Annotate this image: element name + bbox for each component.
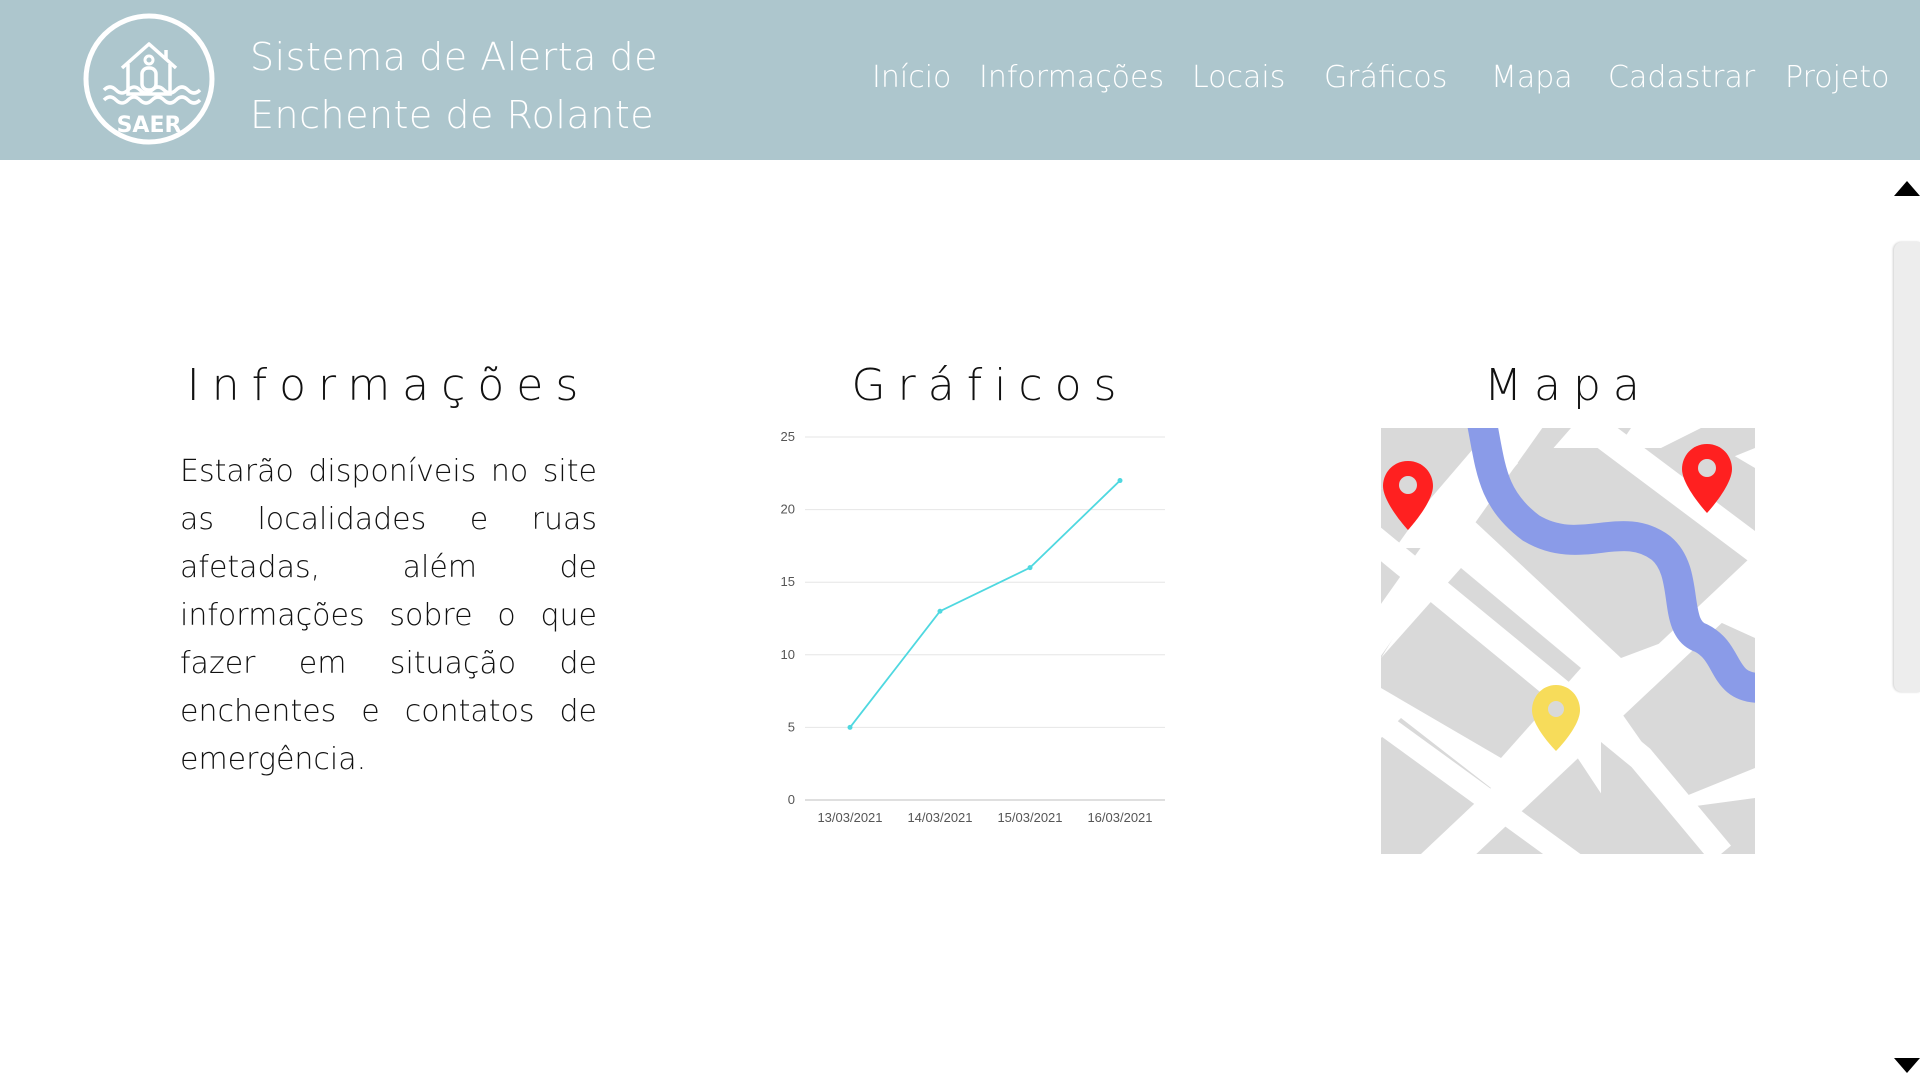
nav-projeto[interactable]: Projeto <box>1785 60 1890 95</box>
site-title: Sistema de Alerta de Enchente de Rolante <box>250 28 670 144</box>
nav-mapa[interactable]: Mapa <box>1491 60 1573 95</box>
house-flood-icon: SAER <box>83 13 215 145</box>
nav-informacoes[interactable]: Informações <box>979 60 1164 95</box>
x-tick-label: 14/03/2021 <box>907 810 972 825</box>
data-point <box>937 608 943 614</box>
nav-locais[interactable]: Locais <box>1192 60 1285 95</box>
line-chart[interactable]: 0 5 10 15 20 25 13/03/2021 14/03/2021 15/03/2021… <box>760 425 1180 830</box>
graficos-title: Gráficos <box>851 360 1129 411</box>
map-icon <box>1381 428 1755 854</box>
data-point <box>847 724 853 730</box>
site-title-line1: Sistema de Alerta de <box>250 35 659 79</box>
chart-svg: 0 5 10 15 20 25 13/03/2021 14/03/2021 15/03/2021… <box>781 429 1165 825</box>
data-point <box>1117 478 1123 484</box>
y-tick-label: 20 <box>781 502 795 517</box>
y-tick-label: 10 <box>781 647 795 662</box>
nav-inicio[interactable]: Início <box>872 60 951 95</box>
header: SAER Sistema de Alerta de Enchente de Ro… <box>0 0 1920 160</box>
series-line <box>849 479 1121 728</box>
scroll-down-arrow-icon[interactable] <box>1894 1058 1920 1073</box>
x-tick-label: 16/03/2021 <box>1087 810 1152 825</box>
logo-text: SAER <box>117 113 182 138</box>
info-title: Informações <box>186 360 591 411</box>
map-illustration[interactable] <box>1381 428 1755 854</box>
nav-cadastrar[interactable]: Cadastrar <box>1608 60 1755 95</box>
info-text: Estarão disponíveis no site as localidad… <box>180 454 597 777</box>
nav-graficos[interactable]: Gráficos <box>1324 60 1447 95</box>
data-point <box>1027 565 1033 571</box>
x-tick-label: 13/03/2021 <box>817 810 882 825</box>
y-tick-label: 5 <box>788 719 795 734</box>
y-tick-label: 25 <box>781 429 795 444</box>
x-tick-label: 15/03/2021 <box>997 810 1062 825</box>
scrollbar-thumb[interactable] <box>1894 242 1920 692</box>
scroll-up-arrow-icon[interactable] <box>1894 181 1920 196</box>
mapa-title: Mapa <box>1484 360 1652 411</box>
saer-logo[interactable]: SAER <box>82 12 216 146</box>
y-tick-label: 15 <box>781 574 795 589</box>
y-tick-label: 0 <box>788 792 795 807</box>
site-title-line2: Enchente de Rolante <box>250 93 655 137</box>
